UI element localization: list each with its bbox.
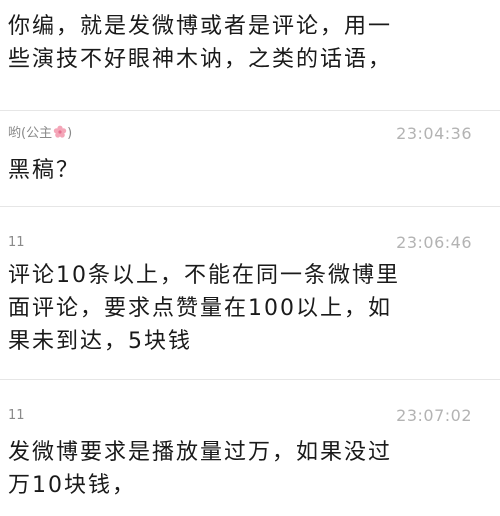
message-item: 你编，就是发微博或者是评论，用一 些演技不好眼神木讷，之类的话语， [0, 0, 500, 110]
message-item: 哟(公主) 23:04:36 黑稿？ [0, 111, 500, 206]
message-meta: 11 23:07:02 [8, 406, 472, 426]
message-timestamp: 23:04:36 [396, 124, 472, 143]
message-text: 你编，就是发微博或者是评论，用一 些演技不好眼神木讷，之类的话语， [8, 14, 393, 72]
message-text: 评论10条以上，不能在同一条微博里 面评论，要求点赞量在100以上，如 果未到达… [8, 263, 400, 354]
sender-name[interactable]: 11 [8, 233, 25, 253]
message-item: 11 23:06:46 评论10条以上，不能在同一条微博里 面评论，要求点赞量在… [0, 207, 500, 379]
sender-name[interactable]: 哟(公主) [8, 124, 72, 144]
chat-log: 你编，就是发微博或者是评论，用一 些演技不好眼神木讷，之类的话语， 哟(公主) … [0, 0, 500, 516]
message-meta: 哟(公主) 23:04:36 [8, 124, 472, 144]
message-meta: 11 23:06:46 [8, 233, 472, 253]
sender-name[interactable]: 11 [8, 406, 25, 426]
message-text: 黑稿？ [8, 158, 81, 183]
message-item: 11 23:07:02 发微博要求是播放量过万，如果没过 万10块钱， [0, 380, 500, 516]
message-timestamp: 23:07:02 [396, 406, 472, 425]
sender-name-text: 哟(公主 [8, 126, 53, 141]
message-text: 发微博要求是播放量过万，如果没过 万10块钱， [8, 440, 393, 498]
cherry-blossom-icon [53, 125, 67, 139]
message-timestamp: 23:06:46 [396, 233, 472, 252]
